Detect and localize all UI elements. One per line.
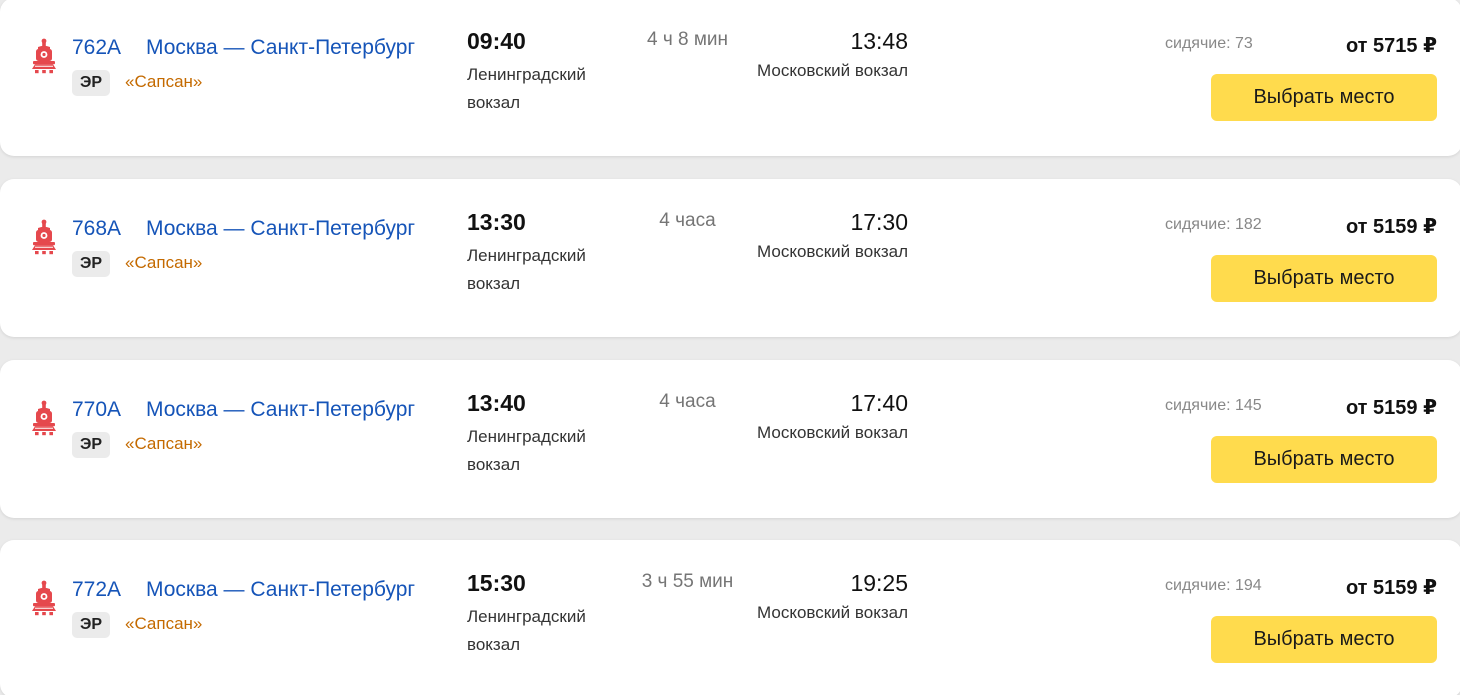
route-link[interactable]: Москва — Санкт-Петербург	[146, 217, 415, 241]
select-seat-button[interactable]: Выбрать место	[1211, 255, 1437, 302]
arrival-time: 17:40	[850, 390, 908, 416]
arrival-time: 17:30	[850, 209, 908, 235]
departure-station: Ленинградский вокзал	[467, 246, 586, 293]
arrival-time: 19:25	[850, 570, 908, 596]
train-card: 770А Москва — Санкт-Петербург ЭР «Сапсан…	[0, 360, 1460, 518]
train-card: 762А Москва — Санкт-Петербург ЭР «Сапсан…	[0, 0, 1460, 156]
route-link[interactable]: Москва — Санкт-Петербург	[146, 578, 415, 602]
train-brand-link[interactable]: «Сапсан»	[125, 614, 202, 634]
seat-availability: сидячие: 145	[1165, 397, 1262, 414]
train-number-link[interactable]: 762А	[72, 36, 121, 60]
departure-station: Ленинградский вокзал	[467, 607, 586, 654]
ticket-price: от 5159 ₽	[1345, 216, 1437, 238]
train-number-link[interactable]: 772А	[72, 578, 121, 602]
trip-duration: 4 часа	[659, 391, 716, 412]
seat-availability: сидячие: 194	[1165, 577, 1262, 594]
train-type-badge: ЭР	[72, 70, 111, 96]
departure-time: 09:40	[467, 28, 526, 54]
select-seat-button[interactable]: Выбрать место	[1211, 74, 1437, 121]
train-card: 772А Москва — Санкт-Петербург ЭР «Сапсан…	[0, 540, 1460, 695]
train-type-badge: ЭР	[72, 251, 111, 277]
arrival-time: 13:48	[850, 28, 908, 54]
train-card: 768А Москва — Санкт-Петербург ЭР «Сапсан…	[0, 179, 1460, 337]
train-number-link[interactable]: 770А	[72, 398, 121, 422]
route-link[interactable]: Москва — Санкт-Петербург	[146, 398, 415, 422]
arrival-station: Московский вокзал	[757, 242, 908, 261]
train-number-link[interactable]: 768А	[72, 217, 121, 241]
train-brand-link[interactable]: «Сапсан»	[125, 253, 202, 273]
departure-time: 13:30	[467, 209, 526, 235]
select-seat-button[interactable]: Выбрать место	[1211, 436, 1437, 483]
ticket-price: от 5159 ₽	[1345, 577, 1437, 599]
seat-availability: сидячие: 182	[1165, 216, 1262, 233]
arrival-station: Московский вокзал	[757, 423, 908, 442]
trip-duration: 4 часа	[659, 210, 716, 231]
departure-station: Ленинградский вокзал	[467, 427, 586, 474]
trip-duration: 4 ч 8 мин	[646, 29, 729, 50]
departure-station: Ленинградский вокзал	[467, 65, 586, 112]
departure-time: 13:40	[467, 390, 526, 416]
trip-duration: 3 ч 55 мин	[641, 571, 734, 592]
locomotive-icon	[30, 400, 58, 436]
departure-time: 15:30	[467, 570, 526, 596]
arrival-station: Московский вокзал	[757, 61, 908, 80]
seat-availability: сидячие: 73	[1165, 35, 1253, 52]
locomotive-icon	[30, 38, 58, 74]
locomotive-icon	[30, 219, 58, 255]
train-type-badge: ЭР	[72, 612, 111, 638]
train-results-list: 762А Москва — Санкт-Петербург ЭР «Сапсан…	[0, 0, 1460, 695]
train-brand-link[interactable]: «Сапсан»	[125, 72, 202, 92]
locomotive-icon	[30, 580, 58, 616]
ticket-price: от 5715 ₽	[1345, 35, 1437, 57]
route-link[interactable]: Москва — Санкт-Петербург	[146, 36, 415, 60]
train-type-badge: ЭР	[72, 432, 111, 458]
train-brand-link[interactable]: «Сапсан»	[125, 434, 202, 454]
ticket-price: от 5159 ₽	[1345, 397, 1437, 419]
select-seat-button[interactable]: Выбрать место	[1211, 616, 1437, 663]
arrival-station: Московский вокзал	[757, 603, 908, 622]
